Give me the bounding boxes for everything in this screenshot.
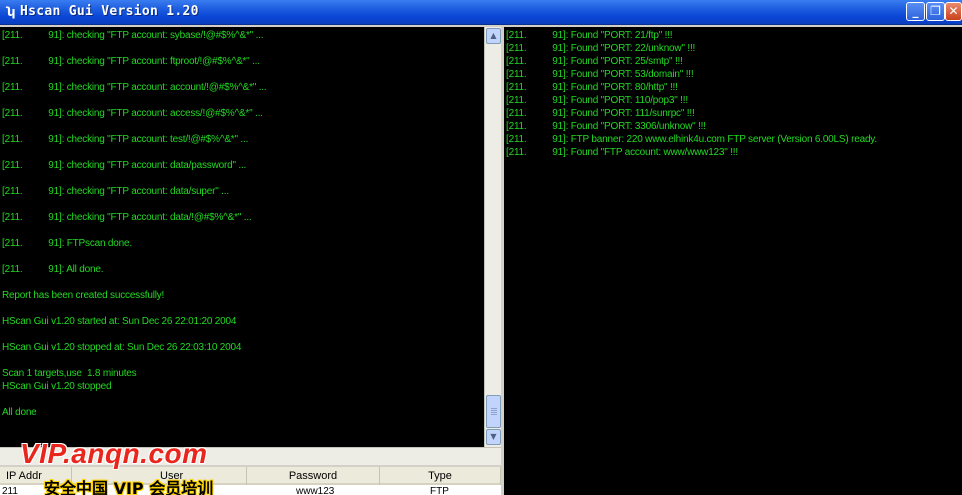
watermark-url: VIP.anqn.com — [20, 438, 208, 469]
log-scrollbar[interactable]: ▲ ▼ — [484, 27, 501, 447]
column-header-type[interactable]: Type — [380, 467, 501, 485]
restore-button[interactable]: ❐ — [926, 2, 945, 21]
log-line: [211. 91]: checking "FTP account: accoun… — [2, 82, 267, 93]
log-line: [211. 91]: checking "FTP account: data/p… — [2, 160, 247, 171]
result-line: [211. 91]: Found "PORT: 21/ftp" !!! — [506, 30, 673, 41]
scan-results-log[interactable]: [211. 91]: Found "PORT: 21/ftp" !!! [211… — [504, 27, 962, 495]
result-line: [211. 91]: Found "PORT: 25/smtp" !!! — [506, 56, 683, 67]
watermark-caption: 安全中国 VIP 会员培训 — [44, 479, 214, 495]
hscan-app-icon[interactable]: ʮ — [4, 5, 18, 19]
window-title: Hscan Gui Version 1.20 — [20, 4, 199, 19]
close-button[interactable]: ✕ — [945, 2, 962, 21]
cell-type: FTP — [430, 486, 449, 495]
result-line: [211. 91]: FTP banner: 220 www.elhink4u.… — [506, 134, 877, 145]
scroll-grip — [491, 410, 497, 411]
log-line: Report has been created successfully! — [2, 290, 165, 301]
result-line: [211. 91]: Found "PORT: 111/sunrpc" !!! — [506, 108, 695, 119]
column-header-password[interactable]: Password — [247, 467, 380, 485]
log-line: HScan Gui v1.20 stopped at: Sun Dec 26 2… — [2, 342, 242, 353]
scroll-down-arrow-icon[interactable]: ▼ — [486, 429, 501, 445]
log-line: [211. 91]: FTPscan done. — [2, 238, 132, 249]
result-line: [211. 91]: Found "PORT: 22/unknow" !!! — [506, 43, 696, 54]
cell-password: www123 — [296, 486, 335, 495]
scan-progress-log[interactable]: [211. 91]: checking "FTP account: sybase… — [0, 27, 484, 447]
log-line: [211. 91]: All done. — [2, 264, 104, 275]
log-line: [211. 91]: checking "FTP account: data/!… — [2, 212, 252, 223]
log-line: [211. 91]: checking "FTP account: access… — [2, 108, 263, 119]
scroll-up-arrow-icon[interactable]: ▲ — [486, 28, 501, 44]
scroll-grip — [491, 412, 497, 413]
result-line: [211. 91]: Found "PORT: 53/domain" !!! — [506, 69, 694, 80]
log-line: Scan 1 targets,use 1.8 minutes — [2, 368, 137, 379]
log-line: [211. 91]: checking "FTP account: ftproo… — [2, 56, 260, 67]
scroll-grip — [491, 414, 497, 415]
title-bar[interactable]: ʮ Hscan Gui Version 1.20 _ ❐ ✕ — [0, 0, 962, 25]
cell-ip: 211 — [2, 486, 18, 495]
minimize-button[interactable]: _ — [906, 2, 925, 21]
log-line: HScan Gui v1.20 started at: Sun Dec 26 2… — [2, 316, 237, 327]
log-line: HScan Gui v1.20 stopped — [2, 381, 112, 392]
log-line: [211. 91]: checking "FTP account: sybase… — [2, 30, 264, 41]
log-line: [211. 91]: checking "FTP account: test/!… — [2, 134, 249, 145]
result-line: [211. 91]: Found "PORT: 110/pop3" !!! — [506, 95, 688, 106]
log-line: [211. 91]: checking "FTP account: data/s… — [2, 186, 229, 197]
scroll-grip — [491, 408, 497, 409]
result-line: [211. 91]: Found "PORT: 3306/unknow" !!! — [506, 121, 706, 132]
log-line: All done — [2, 407, 37, 418]
result-line: [211. 91]: Found "PORT: 80/http" !!! — [506, 82, 678, 93]
result-line: [211. 91]: Found "FTP account: www/www12… — [506, 147, 738, 158]
scroll-thumb[interactable] — [486, 395, 501, 428]
